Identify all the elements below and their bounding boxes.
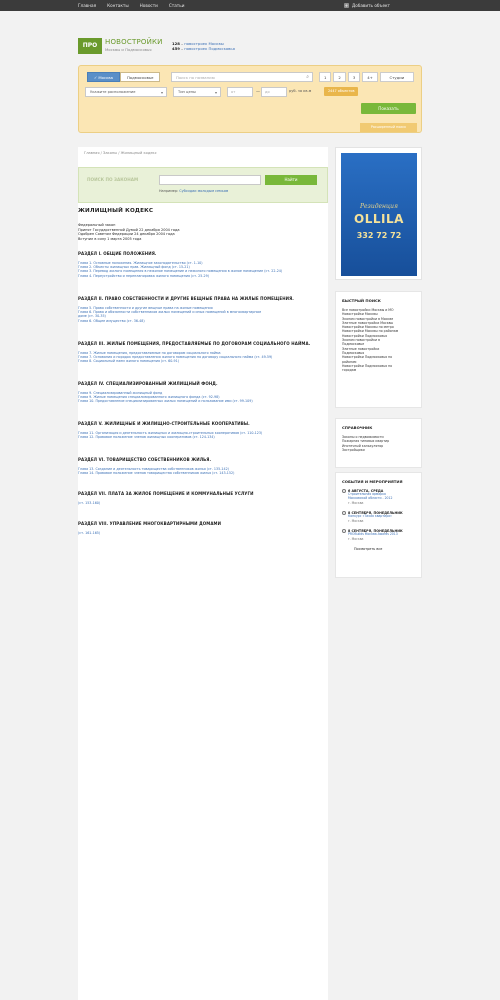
section-3: РАЗДЕЛ III. ЖИЛЫЕ ПОМЕЩЕНИЯ, ПРЕДОСТАВЛЯ… bbox=[78, 341, 328, 364]
event-item[interactable]: 8 СЕНТЯБРЯ, ПОНЕДЕЛЬНИК Конкурс «Тихая к… bbox=[342, 510, 415, 523]
extended-search-link[interactable]: Расширенный поиск bbox=[360, 123, 417, 132]
ad-banner[interactable]: Резиденция OLLILA 332 72 72 bbox=[335, 147, 422, 280]
section-4: РАЗДЕЛ IV. СПЕЦИАЛИЗИРОВАННЫЙ ЖИЛИЩНЫЙ Ф… bbox=[78, 381, 328, 404]
section-title: РАЗДЕЛ VII. ПЛАТА ЗА ЖИЛОЕ ПОМЕЩЕНИЕ И К… bbox=[78, 491, 254, 496]
chapter-link[interactable]: (ст. 153-160) bbox=[78, 501, 328, 505]
section-title: РАЗДЕЛ IV. СПЕЦИАЛИЗИРОВАННЫЙ ЖИЛИЩНЫЙ Ф… bbox=[78, 381, 218, 386]
law-search-box: ПОИСК ПО ЗАКОНАМ Найти Например: Субсиди… bbox=[78, 167, 328, 203]
law-search-label: ПОИСК ПО ЗАКОНАМ bbox=[87, 177, 139, 182]
price-unit: руб. за кв.м bbox=[289, 89, 312, 93]
section-8: РАЗДЕЛ VIII. УПРАВЛЕНИЕ МНОГОКВАРТИРНЫМИ… bbox=[78, 521, 328, 535]
events-box: СОБЫТИЯ И МЕРОПРИЯТИЯ 6 АВГУСТА, СРЕДА С… bbox=[335, 472, 422, 578]
section-title: РАЗДЕЛ VI. ТОВАРИЩЕСТВО СОБСТВЕННИКОВ ЖИ… bbox=[78, 457, 212, 462]
all-events-link[interactable]: Посмотреть все bbox=[354, 547, 421, 551]
quick-search-title: БЫСТРЫЙ ПОИСК bbox=[342, 298, 381, 303]
rooms-studio[interactable]: Студии bbox=[379, 72, 414, 82]
rooms-filter: 1 2 3 4+ Студии bbox=[319, 72, 414, 82]
reference-title: СПРАВОЧНИК bbox=[342, 425, 373, 430]
law-search-example-link[interactable]: Субсидии молодым семьям bbox=[179, 189, 228, 193]
ad-banner-line1: Резиденция bbox=[359, 203, 399, 210]
section-1: РАЗДЕЛ I. ОБЩИЕ ПОЛОЖЕНИЯ. Глава 1. Осно… bbox=[78, 251, 328, 278]
price-type-select[interactable]: Тип цены ▾ bbox=[173, 87, 221, 97]
section-title: РАЗДЕЛ V. ЖИЛИЩНЫЕ И ЖИЛИЩНО-СТРОИТЕЛЬНЫ… bbox=[78, 421, 250, 426]
topnav-news[interactable]: Новости bbox=[140, 3, 158, 8]
events-title: СОБЫТИЯ И МЕРОПРИЯТИЯ bbox=[342, 479, 403, 484]
reference-item[interactable]: Застройщики bbox=[342, 448, 415, 452]
location-select[interactable]: Укажите расположение ▾ bbox=[85, 87, 167, 97]
chapter-link[interactable]: Глава 8. Социальный наем жилого помещени… bbox=[78, 359, 328, 363]
logo-badge[interactable]: ПРО bbox=[78, 38, 102, 54]
chevron-down-icon: ▾ bbox=[214, 90, 217, 95]
add-object-label: Добавить объект bbox=[351, 2, 390, 8]
region-switch: ✓ Москва Подмосковье bbox=[87, 72, 161, 82]
price-dash: — bbox=[256, 89, 260, 94]
plus-icon: + bbox=[343, 2, 349, 8]
document-meta: Федеральный закон Принят Государственной… bbox=[78, 223, 180, 241]
law-search-input[interactable] bbox=[159, 175, 261, 185]
rooms-1[interactable]: 1 bbox=[319, 72, 332, 82]
chapter-link[interactable]: Глава 14. Правовое положение членов това… bbox=[78, 471, 328, 475]
show-button[interactable]: Показать bbox=[361, 103, 416, 114]
topnav-contacts[interactable]: Контакты bbox=[107, 3, 129, 8]
section-title: РАЗДЕЛ I. ОБЩИЕ ПОЛОЖЕНИЯ. bbox=[78, 251, 157, 256]
chapter-link[interactable]: (ст. 161-165) bbox=[78, 531, 328, 535]
search-input[interactable]: Поиск по названию ⌕ bbox=[171, 72, 313, 82]
main-content: Главная / Законы / Жилищный кодекс ПОИСК… bbox=[78, 147, 328, 1000]
event-item[interactable]: 8 СЕНТЯБРЯ, ПОНЕДЕЛЬНИК PROBuilds Москва… bbox=[342, 528, 415, 541]
chapter-link[interactable]: Глава 6. Общее имущество (ст. 36-48) bbox=[78, 319, 328, 323]
section-title: РАЗДЕЛ II. ПРАВО СОБСТВЕННОСТИ И ДРУГИЕ … bbox=[78, 296, 294, 301]
section-title: РАЗДЕЛ III. ЖИЛЫЕ ПОМЕЩЕНИЯ, ПРЕДОСТАВЛЯ… bbox=[78, 341, 311, 346]
reference-box: СПРАВОЧНИК Законы о недвижимости Пожарна… bbox=[335, 418, 422, 468]
count-region: 459 – новостроек Подмосковья bbox=[172, 46, 235, 51]
law-search-example: Например: Субсидии молодым семьям bbox=[159, 189, 229, 193]
rooms-2[interactable]: 2 bbox=[333, 72, 346, 82]
found-badge: 2447 объектов bbox=[324, 87, 359, 96]
region-tab-moscow[interactable]: ✓ Москва bbox=[87, 72, 120, 82]
radio-dot-icon bbox=[342, 489, 346, 493]
law-search-button[interactable]: Найти bbox=[265, 175, 317, 185]
chapter-link[interactable]: Глава 4. Переустройство и перепланировка… bbox=[78, 274, 328, 278]
quick-search-box: БЫСТРЫЙ ПОИСК Все новостройки Москвы и М… bbox=[335, 291, 422, 408]
search-panel: ✓ Москва Подмосковье Поиск по названию ⌕… bbox=[78, 65, 422, 133]
price-from-input[interactable]: от bbox=[227, 87, 253, 97]
add-object-link[interactable]: + Добавить объект bbox=[343, 2, 390, 8]
document-title: ЖИЛИЩНЫЙ КОДЕКС bbox=[78, 208, 154, 214]
top-nav: Главная Контакты Новости Статьи bbox=[78, 3, 184, 8]
chevron-down-icon: ▾ bbox=[160, 90, 163, 95]
topnav-articles[interactable]: Статьи bbox=[169, 3, 185, 8]
radio-dot-icon bbox=[342, 528, 346, 533]
logo-title[interactable]: НОВОСТРОЙКИ bbox=[105, 38, 163, 46]
region-tab-region[interactable]: Подмосковье bbox=[119, 72, 161, 82]
ad-banner-line2: OLLILA bbox=[354, 212, 404, 226]
chapter-link[interactable]: Глава 10. Предоставление специализирован… bbox=[78, 399, 328, 403]
event-item[interactable]: 6 АВГУСТА, СРЕДА Строительная ярмарка Мо… bbox=[342, 489, 415, 505]
top-bar: Главная Контакты Новости Статьи + Добави… bbox=[0, 0, 500, 11]
breadcrumb[interactable]: Главная / Законы / Жилищный кодекс bbox=[84, 151, 157, 155]
rooms-3[interactable]: 3 bbox=[347, 72, 361, 82]
quick-search-item[interactable]: городам bbox=[342, 368, 415, 372]
ad-banner-image: Резиденция OLLILA 332 72 72 bbox=[341, 153, 417, 276]
radio-dot-icon bbox=[342, 510, 346, 515]
section-6: РАЗДЕЛ VI. ТОВАРИЩЕСТВО СОБСТВЕННИКОВ ЖИ… bbox=[78, 457, 328, 475]
chapter-link[interactable]: Глава 12. Правовое положение членов жили… bbox=[78, 435, 328, 439]
price-to-input[interactable]: до bbox=[261, 87, 287, 97]
section-title: РАЗДЕЛ VIII. УПРАВЛЕНИЕ МНОГОКВАРТИРНЫМИ… bbox=[78, 521, 222, 526]
section-5: РАЗДЕЛ V. ЖИЛИЩНЫЕ И ЖИЛИЩНО-СТРОИТЕЛЬНЫ… bbox=[78, 421, 328, 439]
count-region-link[interactable]: новостроек Подмосковья bbox=[184, 46, 235, 51]
rooms-4plus[interactable]: 4+ bbox=[362, 72, 378, 82]
ad-banner-phone: 332 72 72 bbox=[356, 231, 402, 240]
section-7: РАЗДЕЛ VII. ПЛАТА ЗА ЖИЛОЕ ПОМЕЩЕНИЕ И К… bbox=[78, 491, 328, 505]
section-2: РАЗДЕЛ II. ПРАВО СОБСТВЕННОСТИ И ДРУГИЕ … bbox=[78, 296, 328, 323]
search-icon: ⌕ bbox=[306, 74, 309, 80]
topnav-home[interactable]: Главная bbox=[78, 3, 96, 8]
object-counts: 128 – новостроек Москвы 459 – новостроек… bbox=[172, 41, 235, 51]
logo-subtitle: Москвы и Подмосковья bbox=[105, 47, 152, 52]
